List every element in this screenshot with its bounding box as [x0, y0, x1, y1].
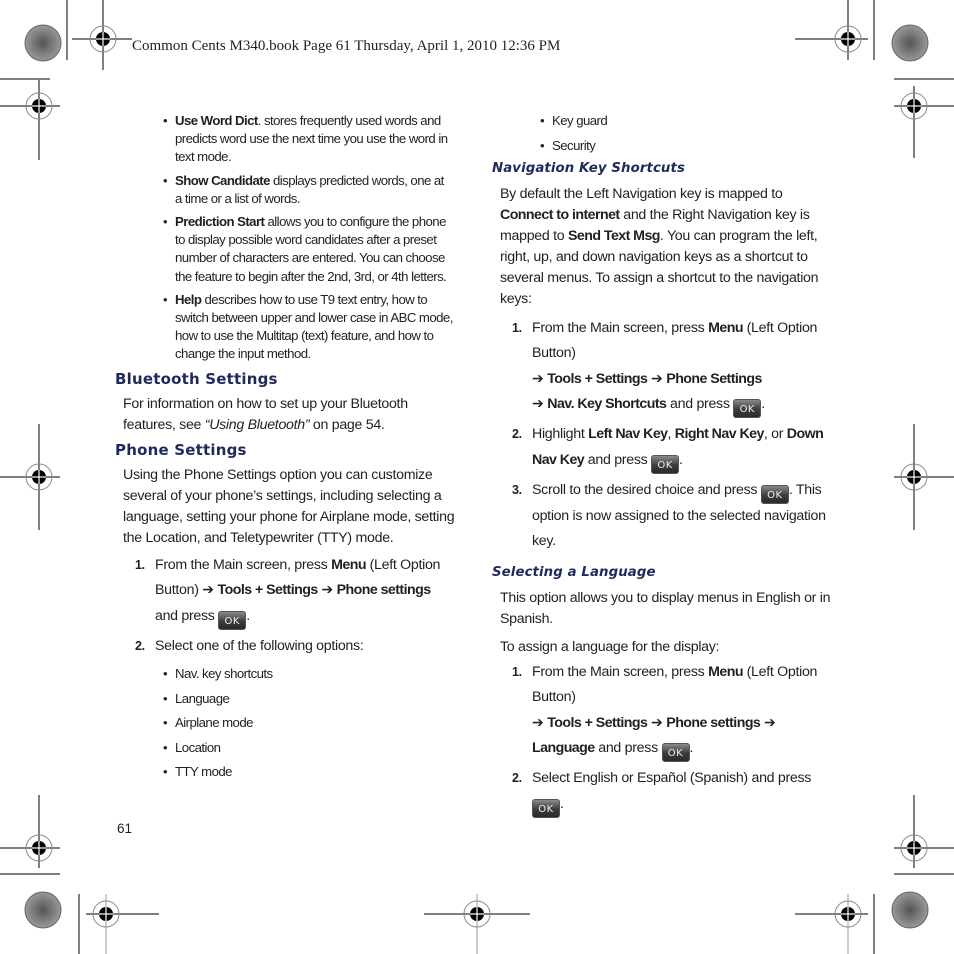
phone-settings-heading: Phone Settings [115, 440, 247, 459]
text-entry-options-list: Use Word Dict. stores frequently used wo… [163, 112, 453, 364]
arrow-icon: ➔ [532, 714, 544, 731]
registration-target-icon [900, 463, 928, 491]
navigation-key-shortcuts-heading: Navigation Key Shortcuts [492, 160, 685, 176]
step-2: 2. Highlight Left Nav Key, Right Nav Key,… [492, 422, 837, 474]
left-column: Use Word Dict. stores frequently used wo… [115, 112, 460, 781]
bluetooth-paragraph: For information on how to set up your Bl… [123, 395, 408, 433]
arrow-icon: ➔ [532, 370, 544, 387]
option-prediction-start: Prediction Start allows you to configure… [163, 213, 453, 286]
registration-target-icon [834, 25, 862, 53]
option-language: Language [163, 690, 460, 708]
page-number: 61 [117, 821, 133, 836]
starburst-icon [24, 24, 62, 62]
arrow-icon: ➔ [321, 582, 333, 599]
registration-target-icon [900, 834, 928, 862]
using-bluetooth-link[interactable]: “Using Bluetooth” [205, 417, 310, 433]
option-tty-mode: TTY mode [163, 763, 460, 781]
step-1: 1. From the Main screen, press Menu (Left… [492, 316, 837, 418]
navigation-steps: 1. From the Main screen, press Menu (Left… [492, 316, 837, 555]
step-3: 3. Scroll to the desired choice and press… [512, 481, 826, 550]
arrow-icon: ➔ [763, 714, 776, 731]
selecting-a-language-heading: Selecting a Language [492, 564, 656, 580]
option-location: Location [163, 739, 460, 757]
language-steps: 1. From the Main screen, press Menu (Left… [492, 660, 837, 818]
right-column: Key guard Security Navigation Key Shortc… [492, 112, 837, 818]
starburst-icon [891, 24, 929, 62]
ok-key-icon: OK [218, 610, 247, 630]
step-1: 1. From the Main screen, press Menu (Left… [492, 660, 837, 762]
navigation-intro: By default the Left Navigation key is ma… [500, 185, 819, 307]
step-2: 2. Select English or Español (Spanish) an… [492, 766, 837, 818]
print-slug-header: Common Cents M340.book Page 61 Thursday,… [132, 38, 561, 54]
option-use-word-dict: Use Word Dict. stores frequently used wo… [163, 112, 453, 167]
starburst-icon [891, 891, 929, 929]
phone-settings-options-list: Nav. key shortcuts Language Airplane mod… [163, 665, 460, 781]
language-assign-text: To assign a language for the display: [500, 638, 720, 655]
phone-settings-steps: 1. From the Main screen, press Menu (Left… [115, 553, 460, 660]
option-security: Security [540, 137, 837, 155]
arrow-icon: ➔ [651, 370, 663, 387]
language-intro: This option allows you to display menus … [500, 589, 831, 627]
step-2: 2. Select one of the following options: [135, 637, 364, 654]
bluetooth-settings-heading: Bluetooth Settings [115, 369, 278, 388]
ok-key-icon: OK [661, 743, 690, 762]
arrow-icon: ➔ [202, 582, 214, 599]
registration-target-icon [25, 834, 53, 862]
option-key-guard: Key guard [540, 112, 837, 130]
arrow-icon: ➔ [651, 714, 663, 731]
starburst-icon [24, 891, 62, 929]
option-airplane-mode: Airplane mode [163, 714, 460, 732]
registration-target-icon [463, 900, 491, 928]
registration-target-icon [92, 900, 120, 928]
arrow-icon: ➔ [532, 396, 544, 412]
registration-target-icon [900, 92, 928, 120]
registration-target-icon [25, 463, 53, 491]
ok-key-icon: OK [651, 454, 680, 474]
phone-settings-intro: Using the Phone Settings option you can … [123, 466, 455, 546]
registration-target-icon [834, 900, 862, 928]
ok-key-icon: OK [532, 798, 560, 818]
option-show-candidate: Show Candidate displays predicted words,… [163, 172, 453, 208]
option-nav-key-shortcuts: Nav. key shortcuts [163, 665, 460, 683]
registration-target-icon [89, 25, 117, 53]
option-help: Help describes how to use T9 text entry,… [163, 291, 453, 364]
registration-target-icon [25, 92, 53, 120]
ok-key-icon: OK [733, 399, 762, 418]
ok-key-icon: OK [760, 484, 789, 504]
continued-options-list: Key guard Security [540, 112, 837, 155]
step-1: 1. From the Main screen, press Menu (Left… [115, 553, 460, 630]
